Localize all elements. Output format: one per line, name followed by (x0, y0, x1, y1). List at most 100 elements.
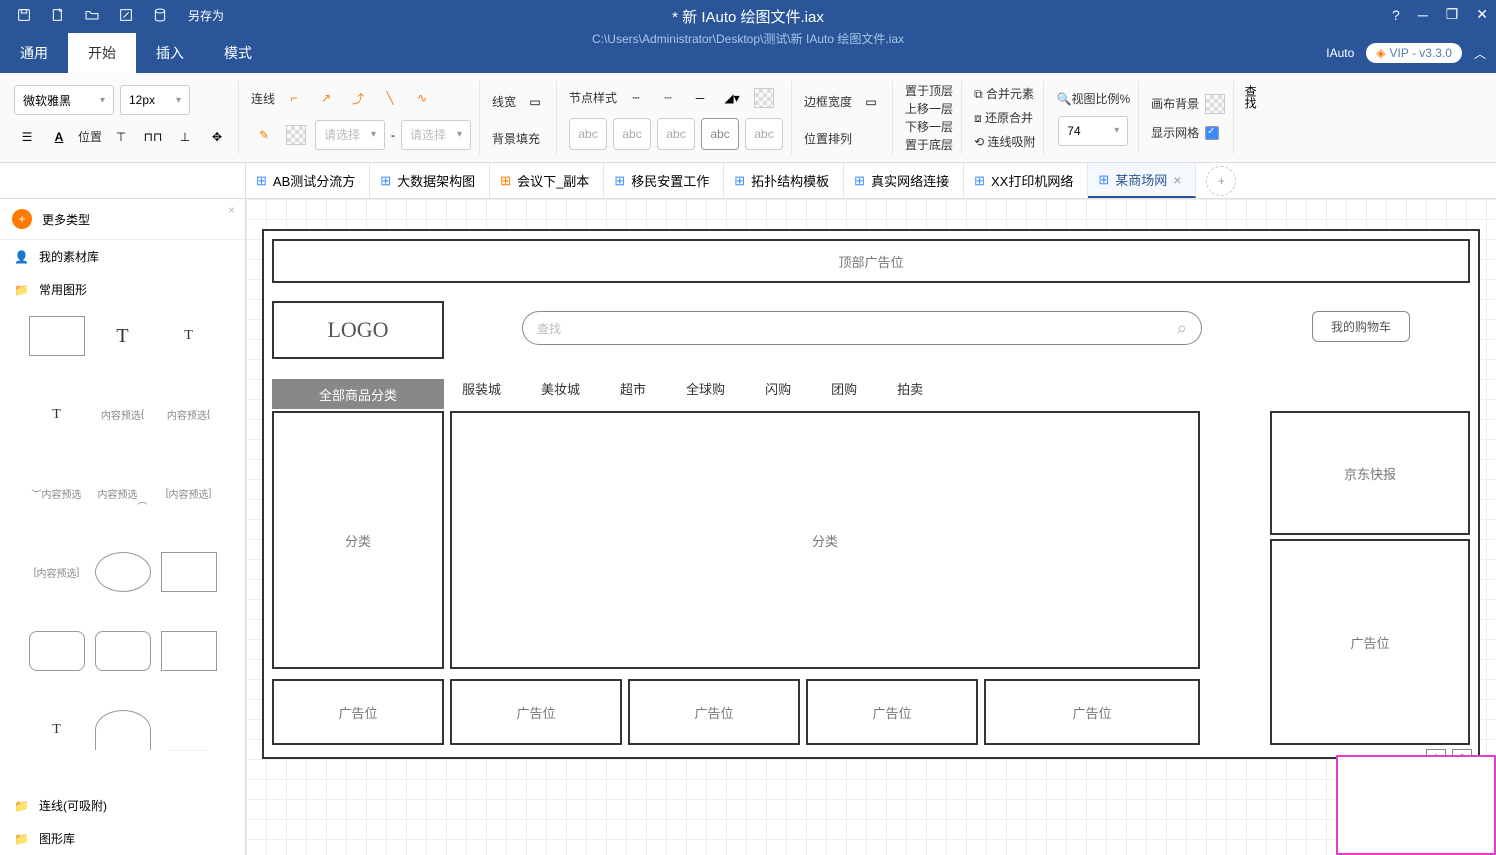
dash-1-icon[interactable]: ┄ (623, 85, 649, 111)
shape-circle[interactable] (95, 552, 151, 592)
fontsize-select[interactable]: 12px▾ (120, 85, 190, 115)
text-style-5[interactable]: abc (745, 118, 783, 150)
plus-icon[interactable]: + (12, 209, 32, 229)
valign-top-icon[interactable]: ⊤ (108, 124, 134, 150)
linewidth-icon[interactable]: ▭ (522, 89, 548, 115)
dash-2-icon[interactable]: ┈ (655, 85, 681, 111)
wire-side-ad[interactable]: 广告位 (1270, 539, 1470, 745)
nav-item[interactable]: 团购 (831, 379, 857, 398)
close-icon[interactable]: ✕ (1476, 6, 1488, 23)
sidebar-item-mylib[interactable]: 👤我的素材库 (0, 240, 245, 273)
wire-top-ad[interactable]: 顶部广告位 (272, 239, 1470, 283)
sidebar-item-lines[interactable]: 📁连线(可吸附) (0, 789, 245, 822)
sidebar-item-shapelib[interactable]: 📁图形库 (0, 822, 245, 855)
line-color-icon[interactable]: ✎ (251, 122, 277, 148)
shape-square2[interactable] (161, 631, 217, 671)
wire-allcat[interactable]: 全部商品分类 (272, 379, 444, 409)
save-as-btn[interactable]: 另存为 (180, 5, 232, 26)
valign-bottom-icon[interactable]: ⊥ (172, 124, 198, 150)
nav-item[interactable]: 闪购 (765, 379, 791, 398)
text-style-2[interactable]: abc (613, 118, 651, 150)
maximize-icon[interactable]: ❐ (1446, 6, 1459, 23)
distribute-h-icon[interactable]: ⊓⊓ (140, 124, 166, 150)
connector-3-icon[interactable]: ⤴ (345, 85, 371, 111)
menu-mode[interactable]: 模式 (204, 33, 272, 73)
shape-round-rect[interactable] (29, 631, 85, 671)
more-types[interactable]: 更多类型 (42, 211, 90, 228)
send-back[interactable]: 置于底层 (905, 136, 953, 154)
nav-item[interactable]: 服装城 (462, 379, 501, 398)
sidebar-item-common[interactable]: 📁常用图形 (0, 273, 245, 306)
canvasbg-swatch[interactable] (1205, 94, 1225, 114)
shape-brace-r[interactable]: 内容预选 { (161, 395, 217, 435)
shape-arc[interactable] (95, 710, 151, 750)
doc-tab-4[interactable]: ⊞移民安置工作 (604, 163, 724, 198)
fill-trans-icon[interactable] (751, 85, 777, 111)
doc-tab-6[interactable]: ⊞真实网络连接 (844, 163, 964, 198)
collapse-ribbon-icon[interactable]: ︿ (1474, 45, 1486, 62)
wire-main-cat[interactable]: 分类 (450, 411, 1200, 669)
arrow-start-select[interactable]: 请选择▾ (315, 120, 385, 150)
snap-btn[interactable]: ⟲ 连线吸附 (974, 133, 1035, 151)
wire-ad-2[interactable]: 广告位 (450, 679, 622, 745)
doc-tab-7[interactable]: ⊞XX打印机网络 (964, 163, 1088, 198)
transparency-icon[interactable] (283, 122, 309, 148)
wire-ad-5[interactable]: 广告位 (984, 679, 1200, 745)
nav-item[interactable]: 超市 (620, 379, 646, 398)
zoom-select[interactable]: 74▾ (1058, 116, 1128, 146)
export-icon[interactable] (150, 5, 170, 25)
font-select[interactable]: 微软雅黑▾ (14, 85, 114, 115)
shape-text-large[interactable]: T (95, 316, 151, 356)
close-tab-icon[interactable]: × (1173, 172, 1181, 188)
vip-badge[interactable]: ◈VIP - v3.3.0 (1366, 43, 1462, 63)
shape-square[interactable] (161, 552, 217, 592)
text-style-4[interactable]: abc (701, 118, 739, 150)
move-icon[interactable]: ✥ (204, 124, 230, 150)
borderwidth-icon[interactable]: ▭ (858, 89, 884, 115)
add-tab-button[interactable]: + (1206, 166, 1236, 196)
shape-triangle[interactable] (161, 710, 217, 750)
nav-item[interactable]: 全球购 (686, 379, 725, 398)
doc-tab-8[interactable]: ⊞某商场网× (1088, 163, 1196, 198)
doc-tab-5[interactable]: ⊞拓扑结构模板 (724, 163, 844, 198)
unmerge-btn[interactable]: ⧈ 还原合并 (974, 109, 1035, 127)
merge-btn[interactable]: ⧉ 合并元素 (974, 85, 1035, 103)
nav-item[interactable]: 美妆城 (541, 379, 580, 398)
edit-icon[interactable] (116, 5, 136, 25)
wire-sidebar-cat[interactable]: 分类 (272, 411, 444, 669)
bring-front[interactable]: 置于顶层 (905, 82, 953, 100)
font-color-icon[interactable]: A (46, 124, 72, 150)
shape-bracket[interactable]: [内容预选] (161, 474, 217, 514)
arrow-end-select[interactable]: 请选择▾ (401, 120, 471, 150)
shape-brace-top[interactable]: ︶内容预选 (29, 474, 85, 514)
search-button[interactable]: 查找 (1238, 81, 1263, 154)
save-icon[interactable] (14, 5, 34, 25)
doc-tab-1[interactable]: ⊞AB测试分流方 (246, 163, 370, 198)
shape-round-rect2[interactable] (95, 631, 151, 671)
connector-2-icon[interactable]: ↗ (313, 85, 339, 111)
shape-bracket2[interactable]: [内容预选] (29, 552, 85, 592)
doc-tab-3[interactable]: ⊞会议下_副本 (490, 163, 604, 198)
fill-color-icon[interactable]: ◢▾ (719, 85, 745, 111)
menu-start[interactable]: 开始 (68, 33, 136, 73)
shape-brace-l[interactable]: 内容预选 { (95, 395, 151, 435)
minimap[interactable] (1336, 755, 1496, 855)
doc-tab-2[interactable]: ⊞大数据架构图 (370, 163, 490, 198)
connector-4-icon[interactable]: ╲ (377, 85, 403, 111)
menu-insert[interactable]: 插入 (136, 33, 204, 73)
shape-text3[interactable]: T (29, 710, 85, 750)
nav-item[interactable]: 拍卖 (897, 379, 923, 398)
shape-text-small2[interactable]: T (29, 395, 85, 435)
wire-ad-4[interactable]: 广告位 (806, 679, 978, 745)
shape-brace-bot[interactable]: 内容预选︵ (95, 474, 151, 514)
wire-logo[interactable]: LOGO (272, 301, 444, 359)
text-style-3[interactable]: abc (657, 118, 695, 150)
canvas[interactable]: 顶部广告位 LOGO 查找⌕ 我的购物车 全部商品分类 服装城 美妆城 超市 全… (246, 199, 1496, 855)
wire-search[interactable]: 查找⌕ (522, 311, 1202, 345)
wire-jdnews[interactable]: 京东快报 (1270, 411, 1470, 535)
menu-general[interactable]: 通用 (0, 33, 68, 73)
shape-text-small[interactable]: T (161, 316, 217, 356)
shape-rect[interactable] (29, 316, 85, 356)
wire-ad-1[interactable]: 广告位 (272, 679, 444, 745)
wire-ad-3[interactable]: 广告位 (628, 679, 800, 745)
